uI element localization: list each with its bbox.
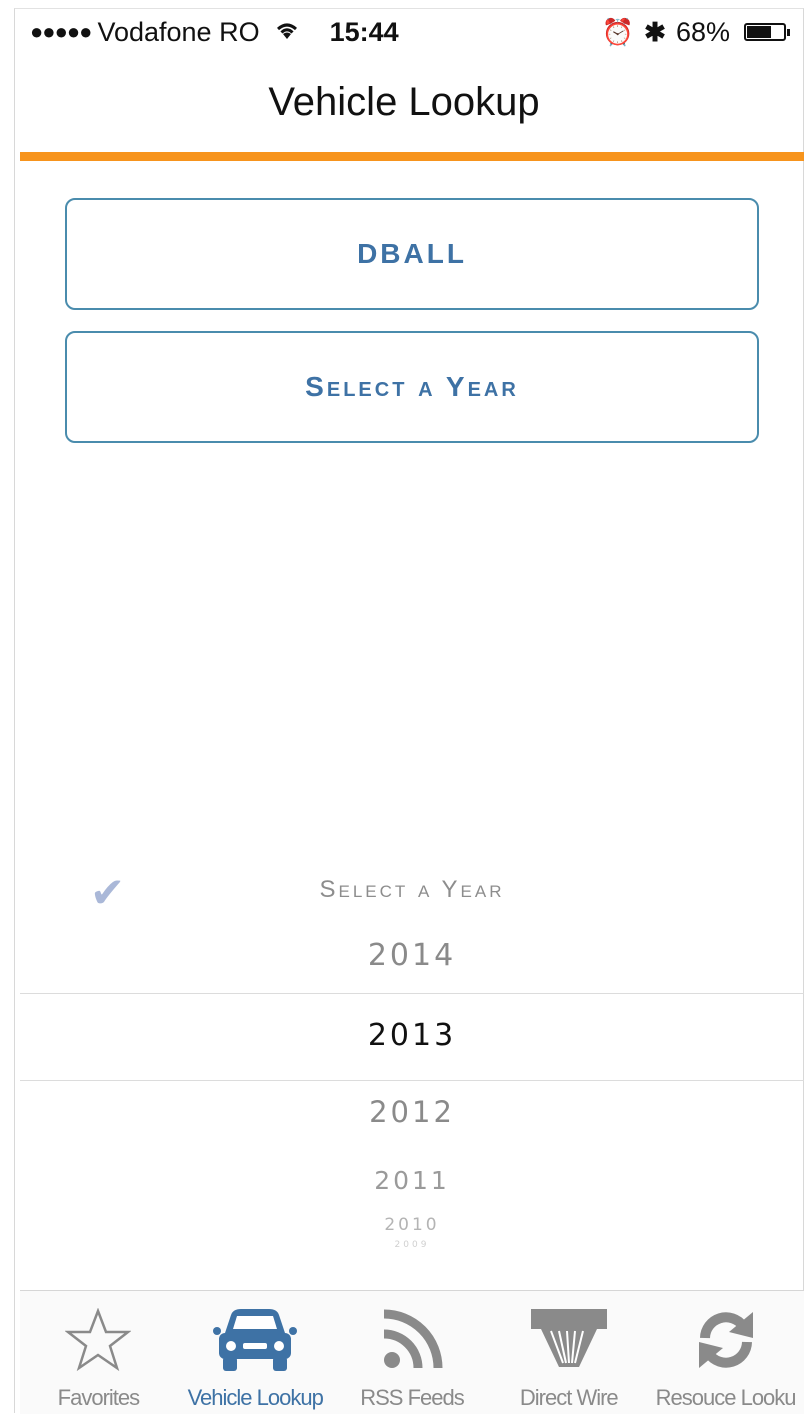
wire-icon xyxy=(529,1305,609,1375)
tab-bar: Favorites Vehicle Lookup RSS Feeds Direc… xyxy=(20,1290,804,1414)
star-icon xyxy=(65,1305,132,1375)
battery-percent: 68% xyxy=(675,16,730,47)
status-bar: ●●●●● Vodafone RO 15:44 ⏰ ✱ 68% xyxy=(30,10,790,54)
picker-option-2011[interactable]: 2011 xyxy=(20,1166,804,1195)
make-button[interactable]: DBALL xyxy=(65,198,759,310)
carrier-name: Vodafone RO xyxy=(97,16,260,47)
clock: 15:44 xyxy=(329,16,399,47)
refresh-icon xyxy=(693,1305,759,1375)
tab-label: Resouce Looku xyxy=(655,1385,797,1410)
tab-label: Direct Wire xyxy=(519,1385,619,1410)
picker-option-2013-selected[interactable]: 2013 xyxy=(20,1018,804,1053)
signal-strength: ●●●●● xyxy=(30,19,92,44)
header-divider xyxy=(20,152,804,161)
picker-title[interactable]: Select a Year xyxy=(20,876,804,904)
tab-rss-feeds[interactable]: RSS Feeds xyxy=(334,1291,491,1414)
tab-label: Vehicle Lookup xyxy=(187,1385,324,1410)
tab-resource-lookup[interactable]: Resouce Looku xyxy=(647,1291,804,1414)
tab-label: RSS Feeds xyxy=(360,1385,464,1410)
bluetooth-icon: ✱ xyxy=(644,16,666,47)
picker-option-2010[interactable]: 2010 xyxy=(20,1215,804,1235)
tab-vehicle-lookup[interactable]: Vehicle Lookup xyxy=(177,1291,334,1414)
page-title: Vehicle Lookup xyxy=(268,80,540,124)
picker-option-2014[interactable]: 2014 xyxy=(20,938,804,973)
tab-label: Favorites xyxy=(57,1385,140,1410)
tab-direct-wire[interactable]: Direct Wire xyxy=(490,1291,647,1414)
select-year-button[interactable]: Select a Year xyxy=(65,331,759,443)
picker-option-2009[interactable]: 2009 xyxy=(20,1240,804,1250)
year-picker[interactable]: ✔ Select a Year 2014 2013 2012 2011 2010… xyxy=(20,840,804,1290)
alarm-icon: ⏰ xyxy=(601,16,635,47)
car-icon xyxy=(213,1305,298,1375)
rss-icon xyxy=(380,1305,444,1375)
wifi-icon xyxy=(274,17,300,48)
battery-icon xyxy=(744,23,790,41)
picker-option-2012[interactable]: 2012 xyxy=(20,1095,804,1129)
tab-favorites[interactable]: Favorites xyxy=(20,1291,177,1414)
